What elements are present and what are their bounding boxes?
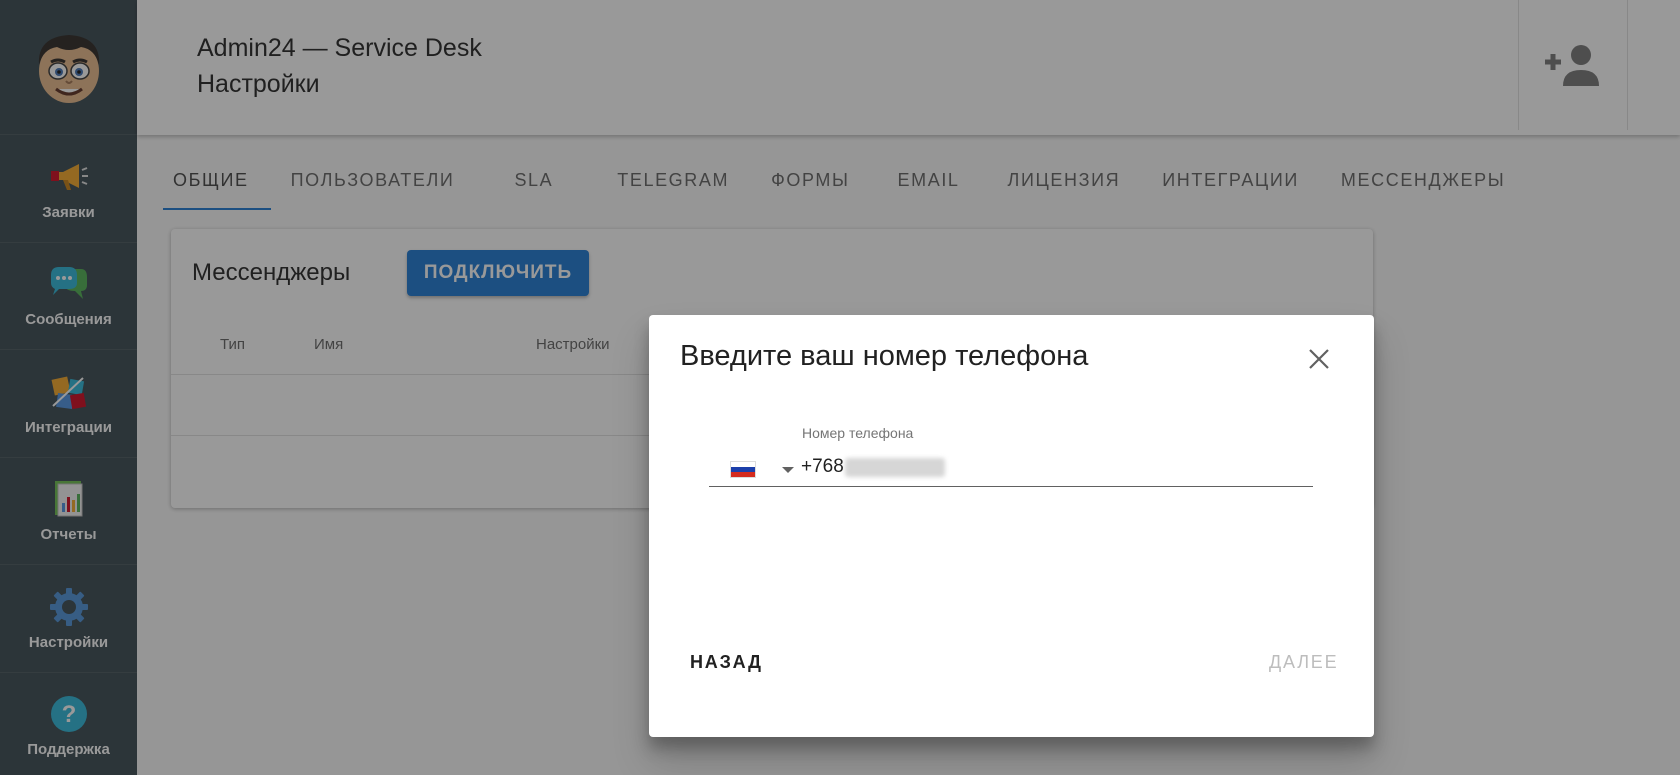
dialog-title: Введите ваш номер телефона bbox=[680, 340, 1089, 372]
close-icon bbox=[1309, 349, 1329, 369]
close-button[interactable] bbox=[1305, 345, 1333, 373]
country-dropdown-icon[interactable] bbox=[782, 467, 794, 473]
russia-flag-icon[interactable] bbox=[730, 461, 756, 478]
input-underline bbox=[709, 486, 1313, 487]
phone-field: Номер телефона bbox=[709, 425, 1313, 597]
phone-label: Номер телефона bbox=[802, 425, 914, 441]
next-button[interactable]: ДАЛЕЕ bbox=[1262, 648, 1345, 677]
back-button[interactable]: НАЗАД bbox=[683, 648, 770, 677]
redacted-digits bbox=[845, 458, 945, 477]
phone-dialog: Введите ваш номер телефона Номер телефон… bbox=[649, 315, 1374, 737]
